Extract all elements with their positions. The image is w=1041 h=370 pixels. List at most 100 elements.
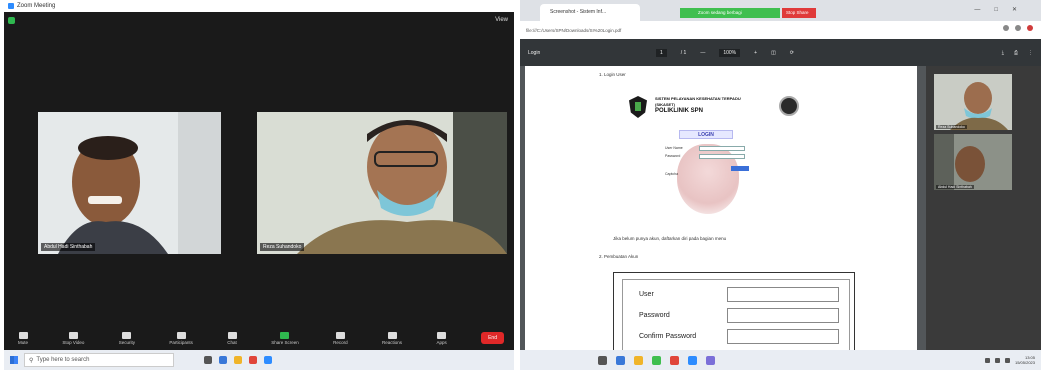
participant-name: Abdul Hadi Sinthabah bbox=[41, 243, 96, 251]
participant-video-image bbox=[257, 112, 507, 254]
password-field bbox=[727, 308, 839, 323]
page-number-input[interactable]: 1 bbox=[656, 48, 667, 57]
encryption-shield-icon[interactable] bbox=[8, 17, 15, 24]
reactions-button[interactable]: Reactions bbox=[382, 331, 402, 345]
address-bar[interactable]: file:///C:/Users/SPN/Downloads/SI%20Logi… bbox=[520, 21, 1041, 39]
login-submit-mark bbox=[731, 166, 749, 171]
rotate-icon[interactable]: ⟳ bbox=[790, 50, 794, 56]
password-label: Password bbox=[639, 312, 670, 319]
windows-taskbar: 13:05 15/05/2023 bbox=[520, 350, 1041, 370]
address-url[interactable]: file:///C:/Users/SPN/Downloads/SI%20Logi… bbox=[526, 28, 621, 33]
stop-video-button[interactable]: Stop Video bbox=[62, 331, 84, 345]
login-password-field bbox=[699, 154, 745, 159]
taskbar-search-box[interactable]: ⚲ Type here to search bbox=[24, 353, 174, 367]
app-icon[interactable] bbox=[706, 355, 715, 365]
user-label: User bbox=[639, 291, 654, 298]
file-explorer-icon[interactable] bbox=[234, 356, 242, 364]
system-tray: 13:05 15/05/2023 bbox=[984, 355, 1035, 365]
window-controls[interactable]: —□✕ bbox=[974, 6, 1031, 13]
extension-icon[interactable] bbox=[1003, 25, 1009, 31]
page-total: / 1 bbox=[680, 49, 687, 56]
participant-video-tile[interactable]: Reza Suhandoko bbox=[257, 112, 507, 254]
print-icon[interactable]: ⎙ bbox=[1014, 50, 1018, 56]
user-field bbox=[727, 287, 839, 302]
police-shield-icon bbox=[629, 96, 647, 118]
store-icon[interactable] bbox=[652, 355, 661, 365]
zoom-logo-icon bbox=[8, 3, 14, 9]
participant-video-tile[interactable]: Abdul Hadi Sinthabah bbox=[38, 112, 221, 254]
zoom-in-button[interactable]: + bbox=[754, 50, 757, 56]
camera-icon bbox=[68, 331, 78, 339]
login-screenshot: LOGIN User Name Password Captcha bbox=[665, 130, 753, 216]
login-username-field bbox=[699, 146, 745, 151]
floating-video-tile[interactable]: Reza Suhandoko bbox=[934, 74, 1012, 130]
chrome-icon[interactable] bbox=[670, 355, 679, 365]
view-button[interactable]: View bbox=[495, 17, 508, 23]
participants-button[interactable]: Participants bbox=[169, 331, 193, 345]
share-screen-button[interactable]: Share Screen bbox=[271, 331, 299, 345]
participant-name: Reza Suhandoko bbox=[260, 243, 305, 251]
floating-video-tile[interactable]: Abdul Hadi Sinthabah bbox=[934, 134, 1012, 190]
browser-tab[interactable]: Screenshot - Sistem Inf... bbox=[540, 4, 640, 21]
profile-photo bbox=[779, 96, 799, 116]
record-icon bbox=[335, 331, 345, 339]
browser-window: Screenshot - Sistem Inf... Zoom sedang b… bbox=[520, 0, 1041, 370]
task-view-icon[interactable] bbox=[598, 355, 607, 365]
zoom-taskbar-icon[interactable] bbox=[688, 355, 697, 365]
zoom-window: Zoom Meeting View Abdul Hadi Sinthabah R… bbox=[4, 0, 514, 370]
browser-tab-bar: Screenshot - Sistem Inf... Zoom sedang b… bbox=[520, 0, 1041, 21]
mute-button[interactable]: Mute bbox=[18, 331, 28, 345]
pdf-toolbar: Login 1 / 1 — 100% + ◫ ⟳ ⤓ ⎙ ⋮ bbox=[520, 39, 1041, 66]
people-icon bbox=[176, 331, 186, 339]
chrome-icon[interactable] bbox=[249, 356, 257, 364]
sikaset-logo: SISTEM PELAYANAN KESEHATAN TERPADU (SIKA… bbox=[629, 90, 799, 122]
chat-icon bbox=[227, 331, 237, 339]
fit-page-icon[interactable]: ◫ bbox=[771, 50, 776, 56]
windows-taskbar: ⚲ Type here to search bbox=[4, 350, 514, 370]
pdf-title: Login bbox=[528, 49, 541, 56]
profile-avatar[interactable] bbox=[1027, 25, 1033, 31]
pdf-page: 1. Login User SISTEM PELAYANAN KESEHATAN… bbox=[525, 66, 917, 353]
section-heading: 2. Pembuatan Akun bbox=[599, 254, 639, 259]
search-icon: ⚲ bbox=[29, 357, 34, 364]
zoom-floating-videos: Reza Suhandoko Abdul Hadi Sinthabah bbox=[926, 66, 1041, 350]
share-screen-icon bbox=[280, 331, 290, 339]
security-button[interactable]: Security bbox=[119, 331, 135, 345]
zoom-out-button[interactable]: — bbox=[700, 50, 705, 56]
volume-icon[interactable] bbox=[994, 357, 1000, 363]
apps-button[interactable]: Apps bbox=[436, 331, 447, 345]
task-view-icon[interactable] bbox=[204, 356, 212, 364]
section-heading: 1. Login User bbox=[599, 72, 626, 77]
battery-icon[interactable] bbox=[1004, 357, 1010, 363]
pdf-viewer: 1. Login User SISTEM PELAYANAN KESEHATAN… bbox=[520, 66, 1041, 353]
clock[interactable]: 13:05 15/05/2023 bbox=[1015, 355, 1035, 365]
microphone-icon bbox=[18, 331, 28, 339]
end-meeting-button[interactable]: End bbox=[481, 332, 504, 344]
bookmark-icon[interactable] bbox=[1015, 25, 1021, 31]
zoom-level[interactable]: 100% bbox=[719, 48, 741, 57]
zoom-window-title: Zoom Meeting bbox=[17, 3, 56, 9]
reactions-icon bbox=[387, 331, 397, 339]
stop-share-button[interactable]: Stop Share bbox=[782, 8, 816, 18]
edge-icon[interactable] bbox=[219, 356, 227, 364]
record-button[interactable]: Record bbox=[333, 331, 348, 345]
share-status-banner: Zoom sedang berbagi bbox=[680, 8, 780, 18]
zoom-titlebar: Zoom Meeting bbox=[4, 0, 514, 12]
windows-start-icon[interactable] bbox=[10, 356, 18, 364]
zoom-video-stage: View Abdul Hadi Sinthabah Reza Suhandoko bbox=[4, 12, 514, 326]
zoom-control-bar: Mute Stop Video Security Participants Ch… bbox=[4, 326, 514, 350]
zoom-taskbar-icon[interactable] bbox=[264, 356, 272, 364]
confirm-password-field bbox=[727, 329, 839, 344]
edge-icon[interactable] bbox=[616, 355, 625, 365]
more-options-icon[interactable]: ⋮ bbox=[1028, 50, 1033, 56]
chat-button[interactable]: Chat bbox=[227, 331, 237, 345]
note-text: Jika belum punya akun, daftarkan diri pa… bbox=[613, 236, 727, 241]
confirm-password-label: Confirm Password bbox=[639, 333, 697, 340]
participant-video-image bbox=[38, 112, 221, 254]
file-explorer-icon[interactable] bbox=[634, 355, 643, 365]
register-form-screenshot: User Password Confirm Password bbox=[613, 272, 855, 353]
network-icon[interactable] bbox=[984, 357, 990, 363]
download-icon[interactable]: ⤓ bbox=[1002, 50, 1004, 56]
login-title: LOGIN bbox=[679, 130, 733, 139]
shield-icon bbox=[122, 331, 132, 339]
